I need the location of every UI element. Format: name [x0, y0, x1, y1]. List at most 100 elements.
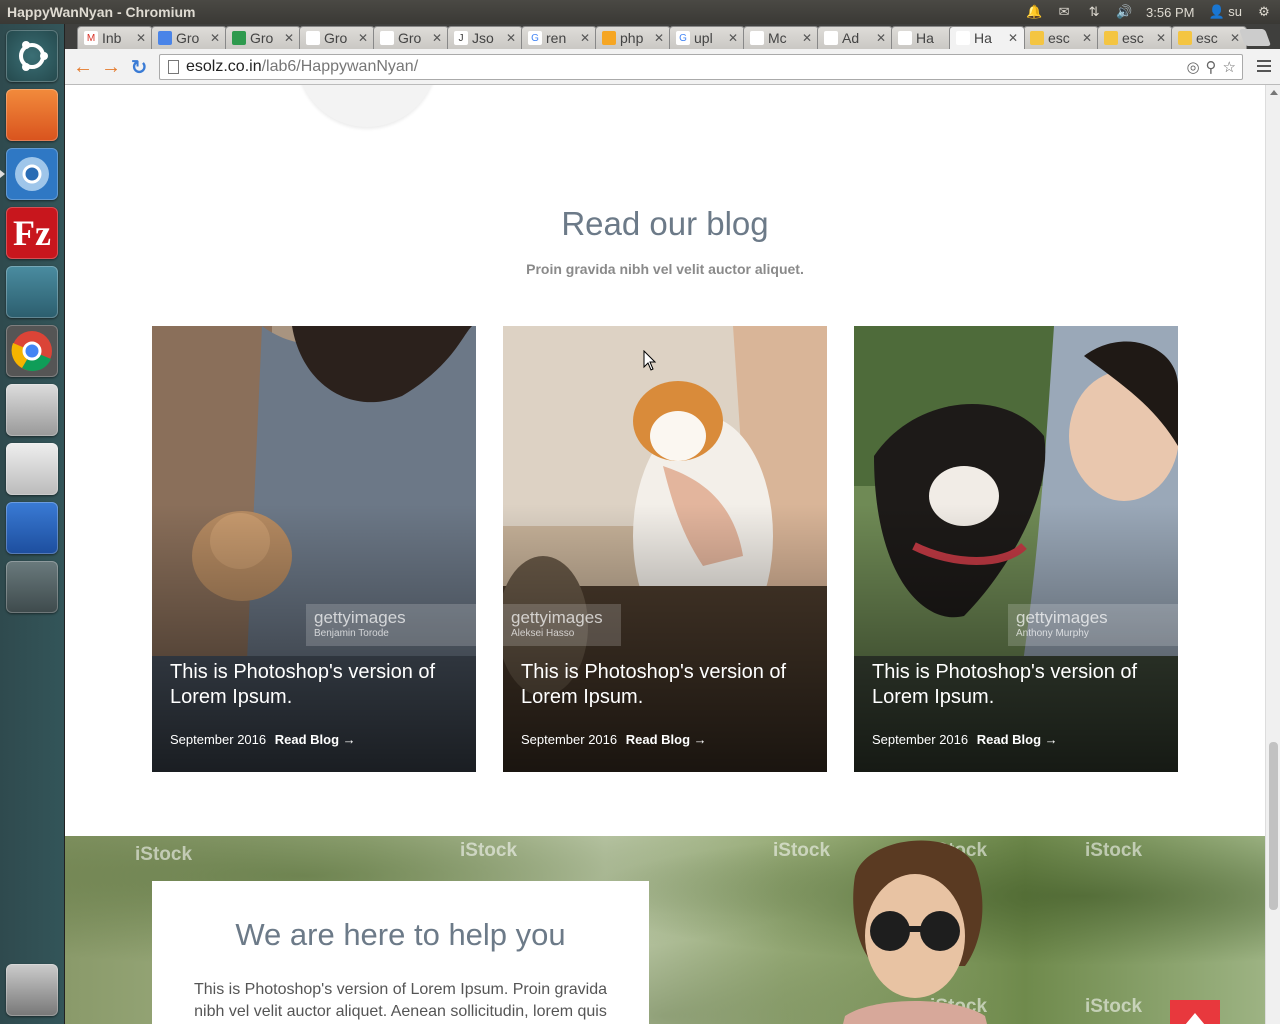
blog-card-title: This is Photoshop's version of Lorem Ips…	[170, 661, 436, 708]
browser-window: M Inb ✕ Gro ✕ Gro ✕ Gro ✕ Gro ✕ J Jso ✕ Gren ✕ php ✕ Gupl ✕…	[65, 24, 1280, 1024]
filezilla-icon[interactable]: Fz	[6, 207, 58, 259]
browser-tab[interactable]: esc ✕	[1023, 26, 1099, 49]
close-tab-icon[interactable]: ✕	[728, 31, 740, 45]
tab-label: Inb	[102, 30, 122, 46]
volume-icon[interactable]: 🔊	[1116, 4, 1132, 19]
browser-tab[interactable]: esc ✕	[1171, 26, 1247, 49]
back-button[interactable]: ←	[71, 55, 95, 79]
watermark: iStock	[1085, 840, 1143, 861]
ubuntu-dash-icon[interactable]	[6, 30, 58, 82]
browser-tab[interactable]: Gren ✕	[521, 26, 597, 49]
window-title: HappyWanNyan - Chromium	[7, 4, 196, 20]
text-editor-icon[interactable]	[6, 443, 58, 495]
tab-label: upl	[694, 30, 713, 46]
close-tab-icon[interactable]: ✕	[1156, 31, 1168, 45]
close-tab-icon[interactable]: ✕	[1082, 31, 1094, 45]
back-to-top-button[interactable]	[1170, 1000, 1220, 1024]
help-person-image	[843, 840, 987, 1024]
page-icon	[898, 31, 912, 45]
close-tab-icon[interactable]: ✕	[136, 31, 148, 45]
close-tab-icon[interactable]: ✕	[506, 31, 518, 45]
trash-icon[interactable]	[6, 964, 58, 1016]
browser-tab[interactable]: Ad ✕	[817, 26, 893, 49]
json-icon: J	[454, 31, 468, 45]
blog-card-meta: September 2016 Read Blog →	[521, 732, 707, 747]
files-icon[interactable]	[6, 89, 58, 141]
browser-tab[interactable]: Mc ✕	[743, 26, 819, 49]
reload-button[interactable]: ↻	[127, 55, 151, 79]
blog-card-meta: September 2016 Read Blog →	[170, 732, 356, 747]
google-chrome-icon[interactable]	[6, 325, 58, 377]
phpmyadmin-icon	[1030, 31, 1044, 45]
read-blog-link[interactable]: Read Blog →	[977, 732, 1058, 747]
omnibox-actions: ◎ ⚲ ☆	[1186, 58, 1236, 76]
menu-icon[interactable]	[1257, 60, 1271, 75]
notification-bell-icon[interactable]: 🔔	[1026, 4, 1042, 19]
close-tab-icon[interactable]: ✕	[580, 31, 592, 45]
browser-tab[interactable]: php ✕	[595, 26, 671, 49]
watermark: iStock	[135, 844, 193, 865]
watermark: gettyimages Benjamin Torode	[306, 604, 476, 646]
vertical-scrollbar[interactable]	[1265, 85, 1280, 1024]
libreoffice-writer-icon[interactable]	[6, 502, 58, 554]
scroll-thumb[interactable]	[1269, 742, 1278, 910]
browser-tab[interactable]: esc ✕	[1097, 26, 1173, 49]
browser-tab[interactable]: M Inb ✕	[77, 26, 153, 49]
tab-label: esc	[1196, 30, 1218, 46]
zoom-icon[interactable]: ⚲	[1206, 58, 1217, 76]
browser-tab[interactable]: J Jso ✕	[447, 26, 523, 49]
help-title: We are here to help you	[235, 917, 566, 952]
read-blog-link[interactable]: Read Blog →	[275, 732, 356, 747]
close-tab-icon[interactable]: ✕	[210, 31, 222, 45]
new-tab-button[interactable]	[1238, 29, 1272, 46]
blog-card-date: September 2016	[872, 732, 969, 747]
browser-tab[interactable]: Gro ✕	[373, 26, 449, 49]
blog-card-date: September 2016	[521, 732, 618, 747]
phpmyadmin-icon	[1178, 31, 1192, 45]
tab-label: Ha	[974, 30, 992, 46]
scroll-up-arrow-icon[interactable]	[1270, 90, 1278, 95]
blog-card[interactable]: gettyimages Anthony Murphy This is Photos…	[854, 326, 1178, 772]
page-viewport: Read our blog Proin gravida nibh vel vel…	[65, 85, 1265, 1024]
close-tab-icon[interactable]: ✕	[876, 31, 888, 45]
mouse-cursor-icon	[643, 350, 657, 371]
blog-card[interactable]: gettyimages Benjamin Torode This is Photo…	[152, 326, 476, 772]
close-tab-icon[interactable]: ✕	[654, 31, 666, 45]
close-tab-icon[interactable]: ✕	[358, 31, 370, 45]
browser-tab[interactable]: Gro ✕	[225, 26, 301, 49]
workspace-switcher-icon[interactable]	[6, 561, 58, 613]
watermark: iStock	[460, 840, 518, 861]
close-tab-icon[interactable]: ✕	[802, 31, 814, 45]
mail-icon[interactable]: ✉	[1056, 4, 1072, 19]
location-icon[interactable]: ◎	[1186, 58, 1199, 76]
address-bar[interactable]: esolz.co.in/lab6/HappywanNyan/ ◎ ⚲ ☆	[159, 54, 1243, 80]
gear-icon[interactable]: ⚙	[1256, 4, 1272, 19]
browser-tab[interactable]: Gupl ✕	[669, 26, 745, 49]
tab-label: Mc	[768, 30, 787, 46]
watermark: gettyimages Anthony Murphy	[1008, 604, 1178, 646]
bookmark-star-icon[interactable]: ☆	[1223, 58, 1236, 76]
close-tab-icon[interactable]: ✕	[432, 31, 444, 45]
browser-tab[interactable]: Ha ✕	[949, 26, 1025, 49]
user-menu[interactable]: 👤 su	[1208, 4, 1242, 20]
network-icon[interactable]: ⇅	[1086, 4, 1102, 19]
blog-card-date: September 2016	[170, 732, 267, 747]
tab-label: Gro	[176, 30, 200, 46]
close-tab-icon[interactable]: ✕	[1008, 31, 1020, 45]
user-icon: 👤	[1208, 4, 1225, 19]
indicators: 🔔 ✉ ⇅ 🔊 3:56 PM 👤 su ⚙	[1026, 4, 1280, 20]
read-blog-link[interactable]: Read Blog →	[626, 732, 707, 747]
page-icon	[306, 31, 320, 45]
mysql-workbench-icon[interactable]	[6, 266, 58, 318]
tab-strip: M Inb ✕ Gro ✕ Gro ✕ Gro ✕ Gro ✕ J Jso ✕ Gren ✕ php ✕ Gupl ✕…	[65, 24, 1280, 49]
blog-card[interactable]: gettyimages Aleksei Hasso This is Photosh…	[503, 326, 827, 772]
clock[interactable]: 3:56 PM	[1146, 5, 1194, 20]
blog-card-title: This is Photoshop's version of Lorem Ips…	[872, 661, 1138, 708]
browser-tab[interactable]: Gro ✕	[151, 26, 227, 49]
chromium-icon[interactable]	[6, 148, 58, 200]
close-tab-icon[interactable]: ✕	[284, 31, 296, 45]
blog-card-title: This is Photoshop's version of Lorem Ips…	[521, 661, 787, 708]
browser-tab[interactable]: Gro ✕	[299, 26, 375, 49]
database-icon[interactable]	[6, 384, 58, 436]
forward-button[interactable]: →	[99, 55, 123, 79]
